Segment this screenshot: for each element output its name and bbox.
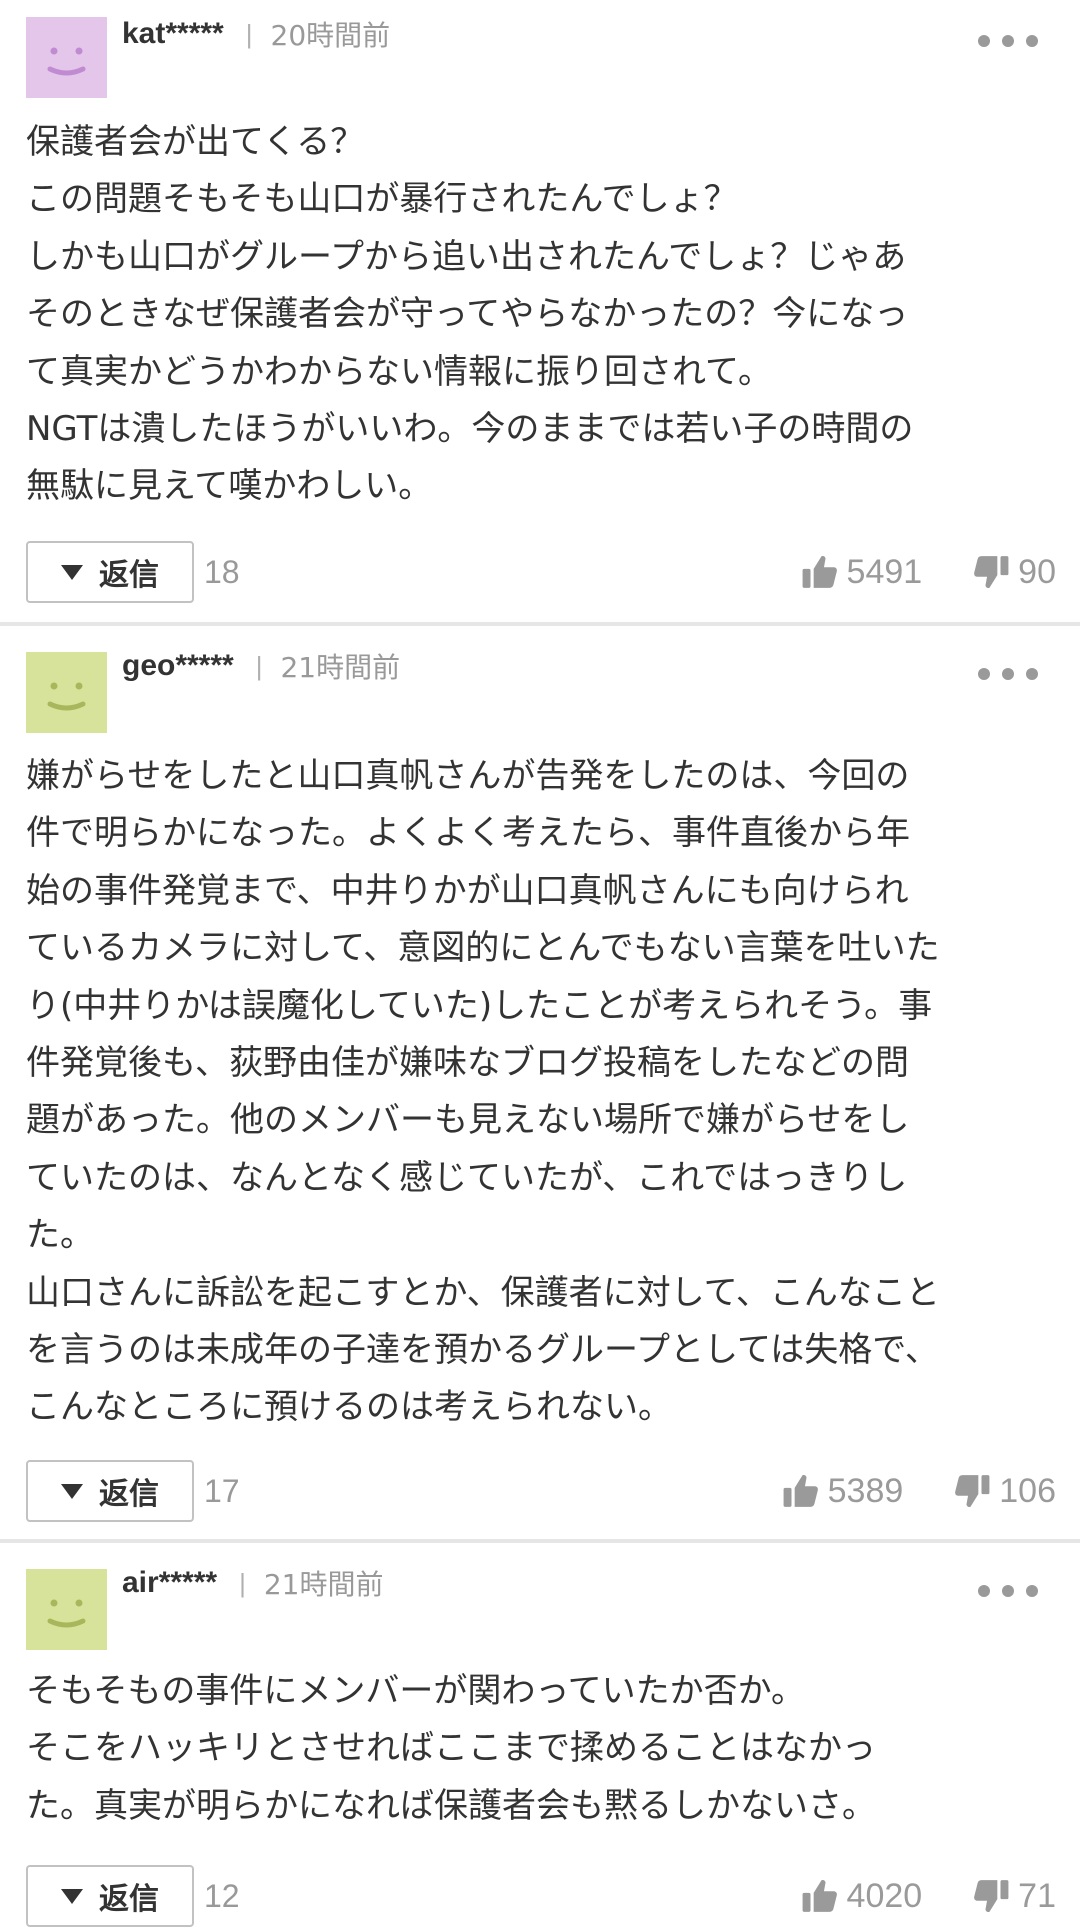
- vote-controls: 5389 106: [782, 1460, 1056, 1522]
- comment-card: kat***** | 20時間前 保護者会が出てくる？ この問題そもそも山口が暴…: [0, 0, 1080, 622]
- user-avatar[interactable]: [26, 652, 107, 733]
- username[interactable]: geo*****: [122, 649, 234, 683]
- comment-body: 保護者会が出てくる？ この問題そもそも山口が暴行されたんでしょ？ しかも山口がグ…: [26, 122, 914, 507]
- dislike-count: 71: [1018, 1876, 1056, 1915]
- comment-body: そもそもの事件にメンバーが関わっていたか否か。 そこをハッキリとさせればここまで…: [26, 1671, 876, 1826]
- user-avatar[interactable]: [26, 1569, 107, 1650]
- thumbs-down-icon: [974, 556, 1009, 588]
- thumbs-up-icon: [802, 1880, 837, 1912]
- like-button[interactable]: 5389: [782, 1471, 904, 1511]
- comment-card: air***** | 21時間前 そもそもの事件にメンバーが関わっていたか否か。…: [0, 1543, 1080, 1927]
- dislike-button[interactable]: 90: [972, 553, 1056, 592]
- username[interactable]: kat*****: [122, 17, 224, 51]
- reply-button[interactable]: 返信: [26, 541, 194, 603]
- comment-meta: kat***** | 20時間前: [122, 14, 390, 54]
- comment-meta: geo***** | 21時間前: [122, 646, 400, 686]
- reply-count: 12: [204, 1877, 240, 1914]
- smiley-face-icon: [26, 17, 107, 98]
- more-options-icon[interactable]: [978, 21, 1038, 61]
- like-button[interactable]: 4020: [801, 1876, 923, 1916]
- comment-meta: air***** | 21時間前: [122, 1563, 383, 1603]
- smiley-face-icon: [26, 1569, 107, 1650]
- thumbs-down-icon: [974, 1880, 1009, 1912]
- meta-separator: |: [255, 650, 263, 681]
- reply-count: 17: [204, 1472, 240, 1509]
- vote-controls: 4020 71: [801, 1865, 1056, 1927]
- like-count: 4020: [846, 1876, 923, 1915]
- dislike-count: 90: [1018, 552, 1056, 591]
- reply-button[interactable]: 返信: [26, 1460, 194, 1522]
- reply-label: 返信: [99, 558, 159, 593]
- thumbs-up-icon: [783, 1475, 818, 1507]
- dislike-button[interactable]: 71: [972, 1877, 1056, 1916]
- more-options-icon[interactable]: [978, 1571, 1038, 1611]
- smiley-face-icon: [26, 652, 107, 733]
- more-options-icon[interactable]: [978, 654, 1038, 694]
- username[interactable]: air*****: [122, 1566, 217, 1600]
- comment-card: geo***** | 21時間前 嫌がらせをしたと山口真帆さんが告発をしたのは、…: [0, 626, 1080, 1539]
- reply-button[interactable]: 返信: [26, 1865, 194, 1927]
- thumbs-up-icon: [802, 556, 837, 588]
- meta-separator: |: [245, 18, 253, 49]
- like-button[interactable]: 5491: [801, 552, 923, 592]
- timestamp: 21時間前: [263, 1568, 384, 1601]
- timestamp: 21時間前: [280, 651, 401, 684]
- like-count: 5389: [827, 1471, 904, 1510]
- dislike-button[interactable]: 106: [953, 1472, 1056, 1511]
- dislike-count: 106: [999, 1471, 1056, 1510]
- timestamp: 20時間前: [270, 19, 391, 52]
- like-count: 5491: [846, 552, 923, 591]
- user-avatar[interactable]: [26, 17, 107, 98]
- reply-label: 返信: [99, 1477, 159, 1512]
- triangle-down-icon: [61, 1483, 83, 1499]
- reply-count: 18: [204, 553, 240, 590]
- comment-body: 嫌がらせをしたと山口真帆さんが告発をしたのは、今回の 件で明らかになった。よくよ…: [26, 756, 940, 1428]
- thumbs-down-icon: [955, 1475, 990, 1507]
- triangle-down-icon: [61, 1888, 83, 1904]
- reply-label: 返信: [99, 1882, 159, 1917]
- vote-controls: 5491 90: [801, 541, 1056, 603]
- triangle-down-icon: [61, 564, 83, 580]
- meta-separator: |: [239, 1567, 246, 1598]
